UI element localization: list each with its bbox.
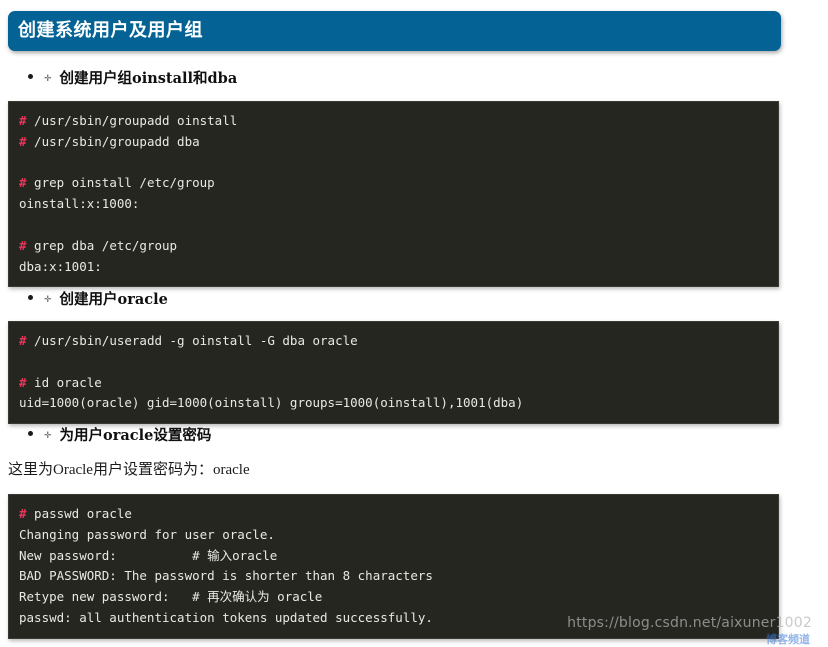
code-text: Changing password for user oracle. (19, 526, 275, 542)
code-line: New password: # 输入oracle (9, 546, 778, 567)
code-line: oinstall:x:1000: (9, 194, 778, 215)
code-line: dba:x:1001: (9, 257, 778, 278)
code-line: # grep oinstall /etc/group (9, 173, 778, 194)
code-text: Retype new password: # 再次确认为 oracle (19, 589, 323, 605)
section-banner: 创建系统用户及用户组 (8, 11, 781, 51)
code-text: /usr/sbin/groupadd dba (26, 133, 200, 149)
bullet-heading-label: 为用户oracle设置密码 (59, 427, 212, 444)
code-line: Retype new password: # 再次确认为 oracle (9, 587, 778, 608)
code-block-useradd: # /usr/sbin/useradd -g oinstall -G dba o… (8, 321, 779, 425)
bullet-arrow-icon: ✛ (44, 295, 52, 305)
code-text: /usr/sbin/groupadd oinstall (26, 113, 238, 128)
page-title: 创建系统用户及用户组 (18, 20, 203, 41)
bullet-dot-icon (28, 431, 33, 436)
code-line: Changing password for user oracle. (9, 525, 778, 546)
code-line: # grep dba /etc/group (9, 236, 778, 257)
code-line: # /usr/sbin/useradd -g oinstall -G dba o… (9, 331, 778, 352)
code-text: BAD PASSWORD: The password is shorter th… (19, 568, 433, 584)
code-text: dba:x:1001: (19, 258, 102, 274)
code-text: uid=1000(oracle) gid=1000(oinstall) grou… (19, 395, 524, 411)
code-text: /usr/sbin/useradd -g oinstall -G dba ora… (26, 333, 358, 348)
bullet-arrow-icon: ✛ (44, 431, 52, 441)
code-text: grep oinstall /etc/group (26, 175, 215, 191)
bullet-heading-label: 创建用户oracle (59, 291, 168, 308)
code-line: passwd: all authentication tokens update… (9, 608, 778, 629)
shell-prompt: # (19, 113, 27, 128)
code-block-passwd: # passwd oracle Changing password for us… (8, 494, 779, 639)
code-line: # /usr/sbin/groupadd dba (9, 132, 778, 153)
code-line: uid=1000(oracle) gid=1000(oinstall) grou… (9, 393, 778, 414)
bullet-dot-icon (28, 74, 33, 79)
bullet-heading-3: ✛ 为用户oracle设置密码 (28, 427, 212, 444)
code-line: # id oracle (9, 373, 778, 394)
body-paragraph: 这里为Oracle用户设置密码为：oracle (8, 462, 250, 478)
code-line: # /usr/sbin/groupadd oinstall (9, 111, 778, 132)
bullet-arrow-icon: ✛ (44, 74, 52, 84)
shell-prompt: # (19, 374, 27, 390)
bullet-dot-icon (28, 295, 33, 300)
bullet-heading-label: 创建用户组oinstall和dba (59, 70, 238, 87)
bullet-heading-2: ✛ 创建用户oracle (28, 291, 168, 308)
shell-prompt: # (19, 133, 27, 149)
code-line: BAD PASSWORD: The password is shorter th… (9, 566, 778, 587)
code-line: # passwd oracle (9, 504, 778, 525)
code-text: New password: # 输入oracle (19, 547, 278, 563)
code-text: grep dba /etc/group (26, 237, 178, 253)
shell-prompt: # (19, 237, 27, 253)
code-text: id oracle (26, 374, 102, 390)
shell-prompt: # (19, 333, 27, 348)
code-text: passwd oracle (26, 506, 132, 521)
document-page: 创建系统用户及用户组 ✛ 创建用户组oinstall和dba # /usr/sb… (0, 0, 828, 647)
code-text: oinstall:x:1000: (19, 196, 140, 212)
shell-prompt: # (19, 506, 27, 521)
code-block-groupadd: # /usr/sbin/groupadd oinstall # /usr/sbi… (8, 101, 779, 288)
bullet-heading-1: ✛ 创建用户组oinstall和dba (28, 70, 238, 87)
shell-prompt: # (19, 175, 27, 191)
code-text: passwd: all authentication tokens update… (19, 609, 433, 625)
